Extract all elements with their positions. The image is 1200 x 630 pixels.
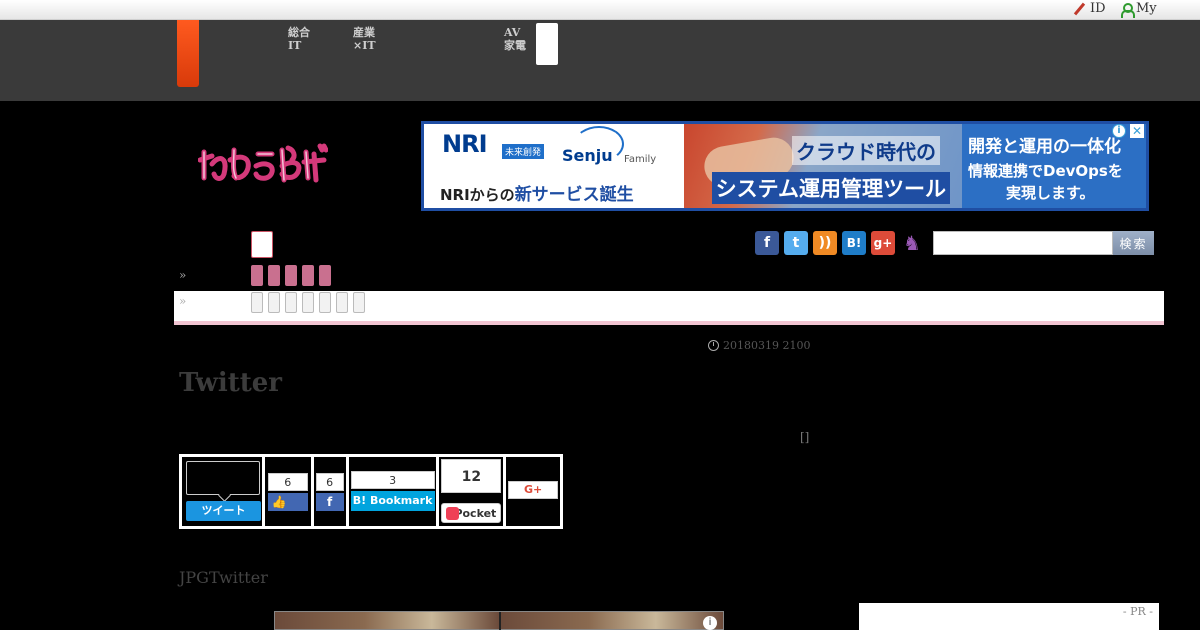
sub-category-tab[interactable] [353, 292, 365, 313]
category-tab[interactable] [285, 265, 297, 286]
tweet-button[interactable]: ツイート [186, 501, 261, 521]
pocket-button[interactable]: Pocket [441, 503, 502, 523]
my-page-link[interactable]: My [1120, 1, 1157, 18]
image-divider [499, 612, 501, 630]
category-tabs [251, 265, 331, 286]
my-page-label: My [1136, 1, 1157, 16]
hatena-bookmark-count: 3 [350, 471, 435, 489]
ad-right-panel: 開発と運用の一体化 情報連携でDevOpsを 実現します。 i ✕ [962, 124, 1146, 208]
pocket-icon [446, 507, 460, 520]
brand-tab[interactable] [177, 20, 199, 87]
article-image[interactable]: i [274, 611, 724, 630]
facebook-like-button[interactable]: 👍 [267, 493, 308, 511]
facebook-icon[interactable]: f [755, 231, 779, 255]
facebook-share-button[interactable]: f [315, 493, 344, 511]
sub-category-tab[interactable] [302, 292, 314, 313]
person-icon [1120, 2, 1135, 18]
subnav-home-button[interactable] [251, 231, 273, 258]
ad-brand: NRI [442, 130, 487, 158]
sub-category-tab[interactable] [319, 292, 331, 313]
login-id-link[interactable]: ID [1072, 1, 1106, 16]
sidebar-pr-box[interactable]: - PR - [859, 603, 1159, 630]
hatena-bookmark-button[interactable]: B! Bookmark [350, 491, 435, 511]
tweet-share: ツイート [182, 457, 262, 526]
ad-middle-panel: クラウド時代の システム運用管理ツール [684, 124, 962, 208]
ad-right-line-3: 実現します。 [1006, 184, 1095, 202]
google-plus-icon[interactable]: g+ [871, 231, 895, 255]
ad-headline-1: クラウド時代の [792, 136, 940, 165]
netorabo-logo-icon [197, 143, 329, 183]
pr-label: - PR - [1122, 605, 1153, 618]
ad-product: Senju [562, 146, 613, 165]
article-lead: JPGTwitter [179, 568, 268, 587]
ad-close-icon[interactable]: ✕ [1130, 124, 1144, 138]
nav-item-active[interactable] [536, 23, 558, 65]
google-plus-share: G+ [506, 457, 561, 526]
ad-brand-sub: 未来創発 [502, 144, 545, 159]
nav-item-general-it[interactable]: 総合 IT [288, 26, 328, 52]
pencil-icon [1072, 2, 1086, 16]
google-plus-button[interactable]: G+ [508, 481, 559, 499]
ad-left-panel: NRI 未来創発 Senju Family NRIからの新サービス誕生 [424, 124, 684, 208]
article-date: 20180319 2100 [708, 339, 810, 352]
sub-category-tab[interactable] [268, 292, 280, 313]
article-title: Twitter [179, 368, 283, 398]
breadcrumb-marker: » [179, 268, 187, 282]
facebook-like-count: 6 [267, 473, 308, 491]
twitter-icon[interactable]: t [784, 231, 808, 255]
tweet-count-bubble [186, 461, 260, 495]
category-tab[interactable] [302, 265, 314, 286]
pocket-share: 12 Pocket [439, 457, 504, 526]
ad-headline-2: システム運用管理ツール [711, 172, 950, 204]
ad-tagline-highlight: 新サービス誕生 [514, 185, 634, 205]
global-nav: 総合 IT 産業×IT AV 家電 [0, 20, 1200, 101]
ad-tagline-prefix: NRIからの [440, 186, 515, 204]
ad-banner[interactable]: NRI 未来創発 Senju Family NRIからの新サービス誕生 クラウド… [421, 121, 1149, 211]
hatena-share: 3 B! Bookmark [348, 457, 437, 526]
pocket-count: 12 [441, 459, 502, 493]
search-button[interactable]: 検索 [1113, 231, 1154, 255]
cat-mascot-icon[interactable]: ♞ [900, 231, 924, 255]
nav-item-industry-it[interactable]: 産業×IT [353, 26, 393, 52]
facebook-share-count: 6 [315, 473, 344, 491]
thumbs-up-icon: 👍 [271, 495, 287, 509]
sub-category-tabs [251, 292, 365, 313]
ad-right-line-1: 開発と運用の一体化 [968, 137, 1121, 157]
ad-info-icon[interactable]: i [1112, 124, 1126, 138]
category-tab[interactable] [251, 265, 263, 286]
image-info-icon[interactable]: i [703, 616, 717, 630]
category-tab[interactable] [319, 265, 331, 286]
sub-category-tab[interactable] [251, 292, 263, 313]
clock-icon [708, 340, 719, 351]
site-logo[interactable] [197, 140, 329, 190]
breadcrumb-marker: » [179, 294, 187, 308]
facebook-like-share: 6 👍 [264, 457, 311, 526]
article-bracket: [] [800, 430, 810, 444]
search-input[interactable] [933, 231, 1113, 255]
ad-product-family: Family [624, 154, 657, 165]
ad-right-line-2: 情報連携でDevOpsを [968, 162, 1123, 180]
category-tab[interactable] [268, 265, 280, 286]
article-date-text: 20180319 2100 [723, 339, 811, 352]
sub-category-tab[interactable] [336, 292, 348, 313]
utility-bar: ID My [0, 0, 1200, 20]
hatena-bookmark-icon[interactable]: B! [842, 231, 866, 255]
pocket-label: Pocket [454, 507, 497, 520]
login-id-label: ID [1090, 1, 1106, 16]
ad-tagline: NRIからの新サービス誕生 [440, 180, 634, 205]
sub-category-tab[interactable] [285, 292, 297, 313]
share-buttons: ツイート 6 👍 6 f 3 B! Bookmark 12 Pocket G+ [179, 454, 563, 529]
facebook-share: 6 f [313, 457, 346, 526]
rss-icon[interactable]: )) [813, 231, 837, 255]
